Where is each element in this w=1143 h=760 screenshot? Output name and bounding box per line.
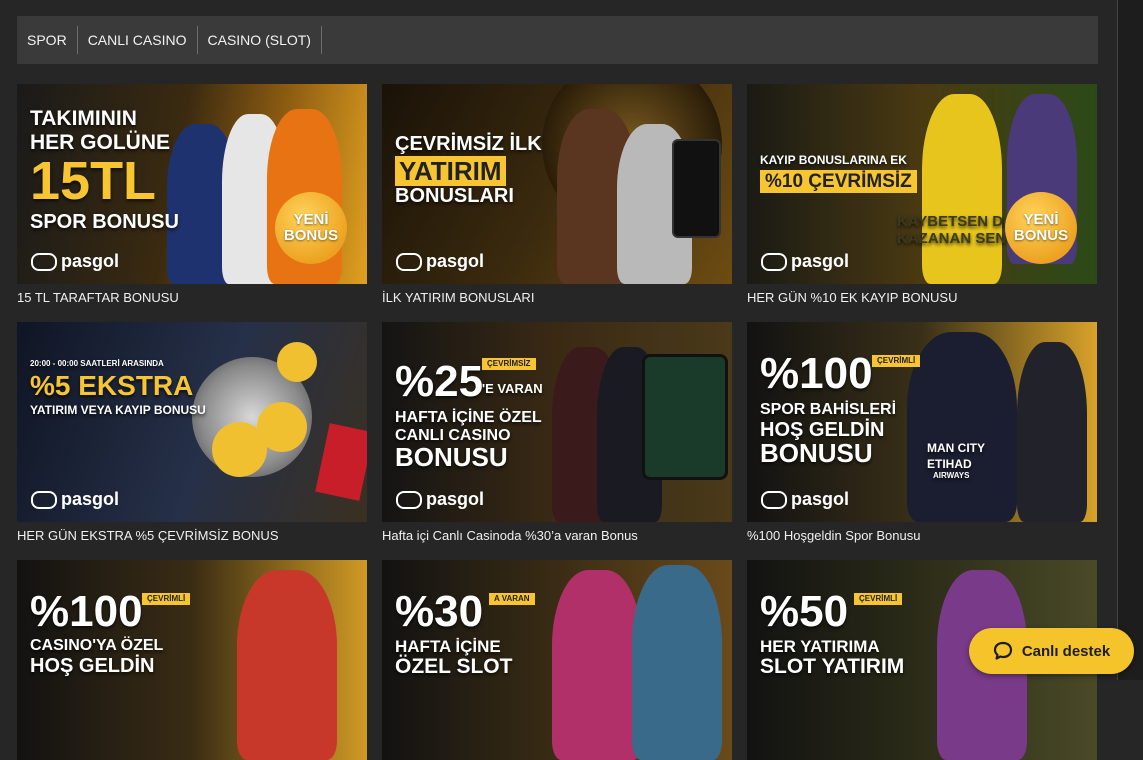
promo-card-ekstra[interactable]: 20:00 - 00:00 SAATLERİ ARASINDA %5 EKSTR… xyxy=(17,322,367,543)
scrollbar-track[interactable] xyxy=(1117,0,1143,680)
shirt-text: ETIHAD xyxy=(927,457,972,471)
promo-title[interactable]: HER GÜN EKSTRA %5 ÇEVRİMSİZ BONUS xyxy=(17,528,367,543)
promo-banner[interactable]: %100 ÇEVRİMLİ SPOR BAHİSLERİ HOŞ GELDİN … xyxy=(747,322,1097,522)
pasgol-logo: pasgol xyxy=(761,489,849,510)
banner-amount: %50 xyxy=(760,587,849,636)
category-tab-bar: SPOR CANLI CASINO CASINO (SLOT) xyxy=(17,16,1098,64)
banner-line: %10 ÇEVRİMSİZ xyxy=(760,170,917,193)
promo-banner[interactable]: ÇEVRİMSİZ İLK YATIRIM BONUSLARI pasgol xyxy=(382,84,732,284)
banner-line: HOŞ GELDİN xyxy=(760,419,885,441)
banner-line: ÖZEL SLOT xyxy=(395,655,513,678)
badge-text: YENİ xyxy=(1023,211,1059,229)
promo-banner[interactable]: KAYIP BONUSLARINA EK %10 ÇEVRİMSİZ KAYBE… xyxy=(747,84,1097,284)
promo-card-canli-casino[interactable]: %25 'E VARAN ÇEVRİMSİZ HAFTA İÇİNE ÖZEL … xyxy=(382,322,732,543)
banner-amount: %5 EKSTRA xyxy=(30,370,194,401)
tab-casino-slot[interactable]: CASINO (SLOT) xyxy=(198,26,322,54)
promo-title[interactable]: %100 Hoşgeldin Spor Bonusu xyxy=(747,528,1097,543)
promo-banner[interactable]: %30 A VARAN HAFTA İÇİNE ÖZEL SLOT xyxy=(382,560,732,760)
banner-line: HOŞ GELDİN xyxy=(30,655,155,677)
promo-card-ilk-yatirim[interactable]: ÇEVRİMSİZ İLK YATIRIM BONUSLARI pasgol İ… xyxy=(382,84,732,305)
promo-title[interactable]: Hafta içi Canlı Casinoda %30’a varan Bon… xyxy=(382,528,732,543)
badge-text: YENİ xyxy=(293,211,329,229)
pasgol-logo: pasgol xyxy=(396,489,484,510)
banner-amount: %100 xyxy=(30,587,143,636)
banner-line: YATIRIM VEYA KAYIP BONUSU xyxy=(30,403,206,417)
banner-line: KAYIP BONUSLARINA EK xyxy=(760,153,907,167)
chat-bubble-icon xyxy=(993,641,1013,661)
banner-tag: A VARAN xyxy=(489,593,535,605)
promo-card-spor-hosgeldin[interactable]: %100 ÇEVRİMLİ SPOR BAHİSLERİ HOŞ GELDİN … xyxy=(747,322,1097,543)
pasgol-logo: pasgol xyxy=(761,251,849,272)
banner-tag: ÇEVRİMLİ xyxy=(872,355,921,367)
banner-line: HAFTA İÇİNE xyxy=(395,637,501,656)
banner-line: BONUSU xyxy=(760,438,873,468)
badge-text: BONUS xyxy=(1013,227,1069,244)
banner-line: ÇEVRİMSİZ İLK xyxy=(395,133,542,155)
banner-amount: %100 xyxy=(760,349,873,398)
promo-card-casino-hosgeldin[interactable]: %100 ÇEVRİMLİ CASINO'YA ÖZEL HOŞ GELDİN xyxy=(17,560,367,760)
banner-line: TAKIMININ xyxy=(30,107,137,130)
banner-line: BONUSU xyxy=(395,442,508,472)
tab-canli-casino[interactable]: CANLI CASINO xyxy=(78,26,198,54)
banner-line: HAFTA İÇİNE ÖZEL xyxy=(395,409,542,426)
banner-line: CASINO'YA ÖZEL xyxy=(30,637,164,654)
pasgol-logo: pasgol xyxy=(396,251,484,272)
banner-amount: %25 xyxy=(395,357,484,406)
banner-line: SLOT YATIRIM xyxy=(760,655,905,678)
banner-line: SPOR BAHİSLERİ xyxy=(760,401,897,418)
banner-amount: 15TL xyxy=(30,151,157,211)
banner-line: 'E VARAN xyxy=(482,381,543,396)
promo-card-kayip[interactable]: KAYIP BONUSLARINA EK %10 ÇEVRİMSİZ KAYBE… xyxy=(747,84,1097,305)
promo-title[interactable]: İLK YATIRIM BONUSLARI xyxy=(382,290,732,305)
promo-banner[interactable]: %25 'E VARAN ÇEVRİMSİZ HAFTA İÇİNE ÖZEL … xyxy=(382,322,732,522)
banner-line: HER GOLÜNE xyxy=(30,131,171,154)
live-support-label: Canlı destek xyxy=(1021,642,1111,660)
promo-banner[interactable]: TAKIMININ HER GOLÜNE 15TL SPOR BONUSU YE… xyxy=(17,84,367,284)
banner-line: YATIRIM xyxy=(395,156,506,186)
promotions-page: SPOR CANLI CASINO CASINO (SLOT) TAKIMINI… xyxy=(0,0,1118,760)
banner-line: HER YATIRIMA xyxy=(760,637,880,656)
badge-text: BONUS xyxy=(283,227,339,244)
banner-tag: ÇEVRİMLİ xyxy=(142,593,191,605)
banner-tag: ÇEVRİMSİZ xyxy=(482,358,536,370)
promo-title[interactable]: HER GÜN %10 EK KAYIP BONUSU xyxy=(747,290,1097,305)
banner-line: KAZANAN SEN xyxy=(897,230,1007,247)
banner-line: SPOR BONUSU xyxy=(30,211,179,233)
shirt-text: AIRWAYS xyxy=(933,471,970,480)
promo-banner[interactable]: %100 ÇEVRİMLİ CASINO'YA ÖZEL HOŞ GELDİN xyxy=(17,560,367,760)
promo-title[interactable]: 15 TL TARAFTAR BONUSU xyxy=(17,290,367,305)
banner-amount: %30 xyxy=(395,587,484,636)
pasgol-logo: pasgol xyxy=(31,489,119,510)
promo-card-slot[interactable]: %30 A VARAN HAFTA İÇİNE ÖZEL SLOT xyxy=(382,560,732,760)
new-bonus-badge: YENİ BONUS xyxy=(1005,192,1077,264)
banner-line: 20:00 - 00:00 SAATLERİ ARASINDA xyxy=(30,359,164,368)
new-bonus-badge: YENİ BONUS xyxy=(275,192,347,264)
pasgol-logo: pasgol xyxy=(31,251,119,272)
promo-banner[interactable]: 20:00 - 00:00 SAATLERİ ARASINDA %5 EKSTR… xyxy=(17,322,367,522)
banner-line: KAYBETSEN DE xyxy=(897,213,1014,230)
live-support-button[interactable]: Canlı destek xyxy=(969,628,1134,674)
shirt-text: MAN CITY xyxy=(927,441,985,455)
tab-spor[interactable]: SPOR xyxy=(17,26,78,54)
promo-card-taraftar[interactable]: TAKIMININ HER GOLÜNE 15TL SPOR BONUSU YE… xyxy=(17,84,367,305)
banner-line: BONUSLARI xyxy=(395,185,514,207)
banner-tag: ÇEVRİMLİ xyxy=(854,593,903,605)
